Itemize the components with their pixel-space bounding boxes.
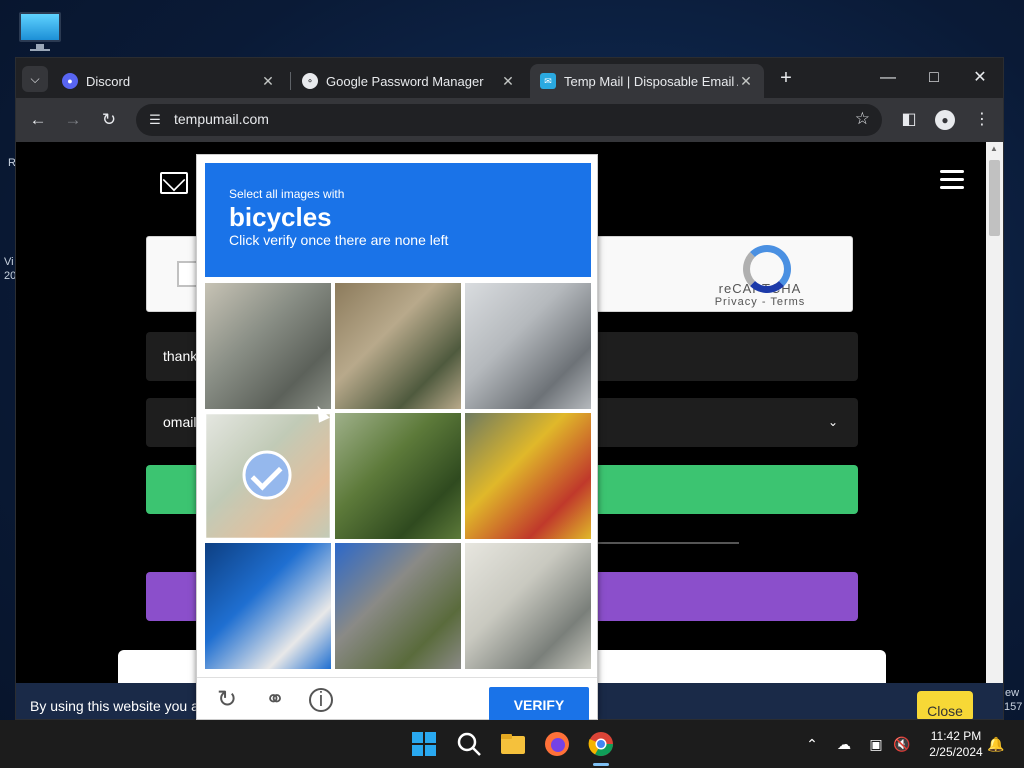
address-bar[interactable]: ☰ tempumail.com ☆ [136, 104, 882, 136]
captcha-tile-blue-bike-frame[interactable] [205, 543, 331, 669]
search-icon[interactable] [455, 730, 483, 758]
menu-kebab-icon[interactable]: ⋮ [970, 108, 994, 132]
text-field-value: thank [163, 348, 198, 364]
tab-search-chevron-icon[interactable]: ⌵ [22, 66, 48, 92]
hamburger-menu-icon[interactable] [940, 170, 964, 194]
tab-google-password-manager[interactable]: ⚬ Google Password Manager ✕ [292, 64, 526, 98]
file-explorer-icon[interactable] [499, 730, 527, 758]
taskbar: ⌃ ☁ ▣ 🔇 11:42 PM 2/25/2024 🔔 [0, 720, 1024, 768]
key-icon: ⚬ [302, 73, 318, 89]
windows-start-icon[interactable] [410, 730, 438, 758]
forward-arrow-icon[interactable]: → [61, 108, 85, 132]
recaptcha-logo: reCAPTCHA Privacy - Terms [692, 245, 828, 308]
maximize-icon[interactable]: □ [919, 66, 949, 90]
profile-avatar-icon[interactable]: ● [935, 110, 955, 130]
tab-temp-mail[interactable]: ✉ Temp Mail | Disposable Email A ✕ [530, 64, 764, 98]
info-icon[interactable]: i [309, 688, 333, 712]
captcha-tile-bicycle-alley[interactable] [335, 283, 461, 409]
desktop-edge-text: Vi [4, 256, 14, 268]
reload-icon[interactable]: ↻ [97, 108, 121, 132]
clock-time: 11:42 PM [930, 729, 982, 743]
firefox-icon[interactable] [543, 730, 571, 758]
recaptcha-icon [725, 245, 795, 293]
scrollbar-thumb[interactable] [989, 160, 1000, 236]
tab-title: Google Password Manager [326, 73, 484, 89]
tempmail-icon: ✉ [540, 73, 556, 89]
captcha-tile-parked-bicycles[interactable] [465, 283, 591, 409]
chrome-icon[interactable] [587, 730, 615, 758]
reload-challenge-icon[interactable]: ↻ [213, 686, 241, 714]
discord-icon: ● [62, 73, 78, 89]
domain-select-value: omail [163, 414, 197, 430]
tab-separator [290, 72, 291, 90]
close-icon[interactable]: ✕ [500, 73, 516, 90]
mail-logo-icon[interactable] [160, 172, 188, 194]
back-arrow-icon[interactable]: ← [26, 108, 50, 132]
desktop-edge-text: ew [1005, 687, 1020, 699]
captcha-tile-bicycle-shelter[interactable] [465, 543, 591, 669]
challenge-footer: ↻ ⚭ i VERIFY [197, 677, 597, 723]
page-scrollbar[interactable]: ▲ [986, 142, 1003, 719]
audio-headphones-icon[interactable]: ⚭ [261, 686, 289, 714]
recaptcha-links[interactable]: Privacy - Terms [692, 296, 828, 308]
challenge-keyword: bicycles [229, 202, 332, 232]
system-clock[interactable]: 11:42 PM 2/25/2024 [926, 728, 986, 760]
tab-title: Discord [86, 73, 131, 89]
cookie-close-button[interactable]: Close [917, 691, 973, 719]
captcha-tile-palm-plants[interactable] [335, 413, 461, 539]
tab-discord[interactable]: ● Discord ✕ [52, 64, 286, 98]
volume-muted-icon[interactable]: 🔇 [892, 734, 912, 754]
url-text[interactable]: tempumail.com [174, 111, 269, 127]
close-icon[interactable]: ✕ [738, 73, 754, 90]
window-close-icon[interactable]: ✕ [965, 66, 995, 90]
challenge-subtext: Click verify once there are none left [229, 232, 449, 248]
clock-date: 2/25/2024 [929, 745, 983, 759]
cookie-text: By using this website you a [30, 698, 199, 714]
close-icon[interactable]: ✕ [260, 73, 276, 90]
active-app-indicator [593, 763, 609, 766]
network-icon[interactable]: ▣ [866, 734, 886, 754]
chevron-down-icon: ⌄ [827, 415, 838, 429]
selected-checkmark-icon [242, 450, 292, 500]
this-pc-desktop-icon[interactable] [18, 10, 62, 51]
toolbar: ← → ↻ ☰ tempumail.com ☆ ◧ ● ⋮ [16, 98, 1003, 142]
minimize-icon[interactable]: — [873, 66, 903, 90]
notification-bell-icon[interactable]: 🔔 [986, 734, 1006, 754]
verify-button[interactable]: VERIFY [489, 687, 589, 723]
side-panel-icon[interactable]: ◧ [897, 108, 921, 132]
challenge-instruction: Select all images with [229, 187, 345, 201]
bookmark-star-icon[interactable]: ☆ [855, 109, 870, 129]
show-hidden-icons-chevron-icon[interactable]: ⌃ [802, 734, 822, 754]
onedrive-cloud-icon[interactable]: ☁ [834, 734, 854, 754]
captcha-tile-person-on-bicycle[interactable] [206, 414, 330, 538]
captcha-challenge-dialog: Select all images with bicycles Click ve… [196, 154, 598, 723]
desktop-edge-text: 157 [1004, 701, 1023, 713]
tab-bar: ⌵ ● Discord ✕ ⚬ Google Password Manager … [16, 58, 1003, 98]
image-grid [205, 283, 591, 669]
captcha-tile-bench-walkway[interactable] [205, 283, 331, 409]
challenge-header: Select all images with bicycles Click ve… [205, 163, 591, 277]
captcha-tile-road-curve[interactable] [335, 543, 461, 669]
new-tab-plus-icon[interactable]: + [774, 67, 798, 91]
scroll-up-icon[interactable]: ▲ [990, 144, 998, 153]
tab-title: Temp Mail | Disposable Email A [564, 73, 738, 89]
site-settings-icon[interactable]: ☰ [146, 111, 164, 129]
captcha-tile-yellow-bus[interactable] [465, 413, 591, 539]
